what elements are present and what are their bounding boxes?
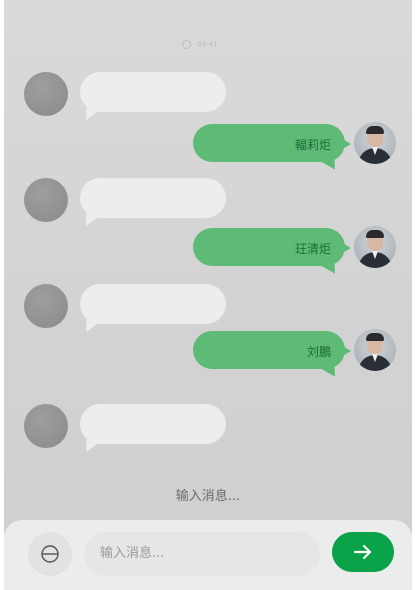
outgoing-bubble[interactable]: 玨清炬 xyxy=(193,228,351,266)
user-avatar[interactable] xyxy=(354,226,396,268)
composer-bar: 输入消息... xyxy=(4,520,412,590)
emoji-toggle-button[interactable] xyxy=(28,532,72,576)
message-row-incoming xyxy=(4,164,412,224)
message-input[interactable]: 输入消息... xyxy=(84,532,320,576)
message-input-placeholder: 输入消息... xyxy=(100,546,165,561)
emoji-toggle-icon xyxy=(41,545,59,563)
outgoing-bubble[interactable]: 輻莉炬 xyxy=(193,124,351,162)
contact-avatar[interactable] xyxy=(24,72,68,116)
outgoing-bubble[interactable]: 刘鵬 xyxy=(193,331,351,369)
user-avatar[interactable] xyxy=(354,329,396,371)
arrow-right-icon xyxy=(353,544,372,560)
message-row-incoming xyxy=(4,58,412,118)
timestamp: 09:41 xyxy=(182,40,217,49)
incoming-bubble[interactable] xyxy=(80,178,226,218)
contact-avatar[interactable] xyxy=(24,178,68,222)
message-text: 刘鵬 xyxy=(306,345,331,359)
timestamp-text: 09:41 xyxy=(197,40,218,49)
message-row-incoming xyxy=(4,390,412,450)
incoming-bubble[interactable] xyxy=(80,284,226,324)
typing-hint: 输入消息... xyxy=(175,489,241,504)
message-row-outgoing: 刘鵬 xyxy=(4,323,412,383)
user-avatar[interactable] xyxy=(354,122,396,164)
send-button[interactable] xyxy=(332,532,394,572)
incoming-bubble[interactable] xyxy=(80,404,226,444)
incoming-bubble[interactable] xyxy=(80,72,226,112)
clock-icon xyxy=(182,40,191,49)
message-text: 輻莉炬 xyxy=(294,138,331,152)
contact-avatar[interactable] xyxy=(24,404,68,448)
contact-avatar[interactable] xyxy=(24,284,68,328)
message-row-incoming xyxy=(4,270,412,330)
chat-screen: 09:41 輻莉炬 玨清炬 刘鵬 输入消息... 输入消息... xyxy=(4,0,412,590)
message-text: 玨清炬 xyxy=(294,242,331,256)
